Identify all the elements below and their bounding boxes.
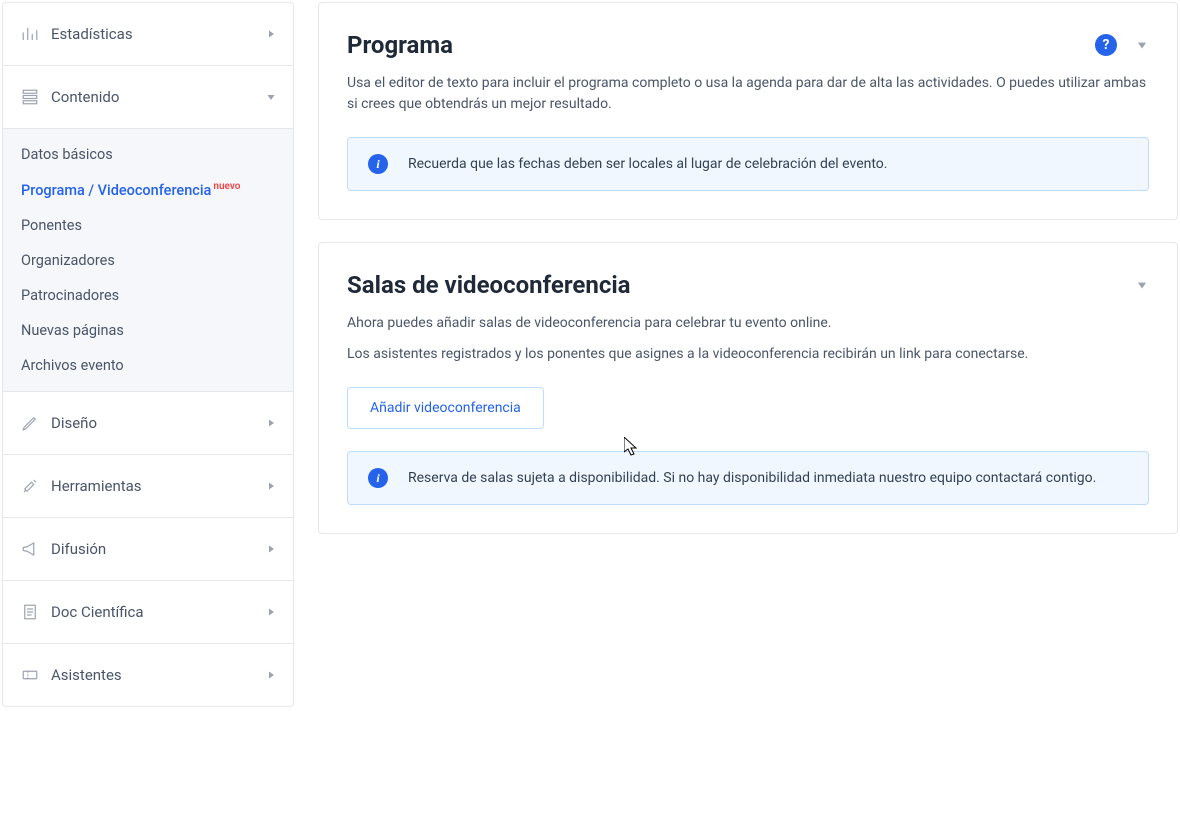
pencil-icon <box>19 414 41 432</box>
sidebar-item-diseno[interactable]: Diseño <box>3 392 293 455</box>
card-programa: Programa ? Usa el editor de texto para i… <box>318 2 1178 220</box>
sidebar-item-label: Asistentes <box>51 666 265 684</box>
chevron-down-icon <box>265 91 277 103</box>
sidebar: Estadísticas Contenido Datos básicos Pro… <box>2 2 294 707</box>
chevron-right-icon <box>265 480 277 492</box>
sidebar-item-asistentes[interactable]: Asistentes <box>3 644 293 706</box>
ticket-icon <box>19 666 41 684</box>
card-header: Salas de videoconferencia <box>347 271 1149 299</box>
info-banner: i Recuerda que las fechas deben ser loca… <box>347 137 1149 191</box>
chevron-right-icon <box>265 606 277 618</box>
card-description: Ahora puedes añadir salas de videoconfer… <box>347 313 1149 334</box>
subnav-datos-basicos[interactable]: Datos básicos <box>3 137 293 172</box>
card-description: Usa el editor de texto para incluir el p… <box>347 73 1149 115</box>
chevron-down-icon[interactable] <box>1135 278 1149 292</box>
sidebar-item-label: Doc Científica <box>51 603 265 621</box>
info-icon: i <box>368 154 388 174</box>
sidebar-item-label: Estadísticas <box>51 25 265 43</box>
sidebar-item-contenido[interactable]: Contenido <box>3 66 293 129</box>
chevron-down-icon[interactable] <box>1135 38 1149 52</box>
bar-chart-icon <box>19 25 41 43</box>
subnav-patrocinadores[interactable]: Patrocinadores <box>3 278 293 313</box>
subnav-nuevas-paginas[interactable]: Nuevas páginas <box>3 313 293 348</box>
card-salas: Salas de videoconferencia Ahora puedes a… <box>318 242 1178 534</box>
chevron-right-icon <box>265 669 277 681</box>
chevron-right-icon <box>265 417 277 429</box>
main-content: Programa ? Usa el editor de texto para i… <box>296 0 1180 813</box>
sidebar-item-label: Contenido <box>51 88 265 106</box>
card-title: Salas de videoconferencia <box>347 271 1135 299</box>
tools-icon <box>19 477 41 495</box>
sidebar-item-estadisticas[interactable]: Estadísticas <box>3 3 293 66</box>
sidebar-item-label: Herramientas <box>51 477 265 495</box>
subnav-organizadores[interactable]: Organizadores <box>3 243 293 278</box>
help-icon[interactable]: ? <box>1095 34 1117 56</box>
info-text: Reserva de salas sujeta a disponibilidad… <box>408 470 1096 486</box>
megaphone-icon <box>19 540 41 558</box>
sidebar-item-label: Diseño <box>51 414 265 432</box>
sidebar-item-label: Difusión <box>51 540 265 558</box>
document-icon <box>19 603 41 621</box>
info-text: Recuerda que las fechas deben ser locale… <box>408 156 887 172</box>
sidebar-item-difusion[interactable]: Difusión <box>3 518 293 581</box>
subnav-archivos-evento[interactable]: Archivos evento <box>3 348 293 383</box>
info-icon: i <box>368 468 388 488</box>
sidebar-item-herramientas[interactable]: Herramientas <box>3 455 293 518</box>
chevron-right-icon <box>265 28 277 40</box>
subnav-item-label: Programa / Videoconferencia <box>21 182 211 199</box>
card-description: Los asistentes registrados y los ponente… <box>347 344 1149 365</box>
sidebar-item-doc-cientifica[interactable]: Doc Científica <box>3 581 293 644</box>
subnav-programa[interactable]: Programa / Videoconferencianuevo <box>3 172 293 208</box>
subnav-ponentes[interactable]: Ponentes <box>3 208 293 243</box>
subnav-contenido: Datos básicos Programa / Videoconferenci… <box>3 129 293 392</box>
new-badge: nuevo <box>213 181 240 192</box>
info-banner: i Reserva de salas sujeta a disponibilid… <box>347 451 1149 505</box>
chevron-right-icon <box>265 543 277 555</box>
add-videoconference-button[interactable]: Añadir videoconferencia <box>347 387 544 429</box>
card-title: Programa <box>347 31 1095 59</box>
card-header: Programa ? <box>347 31 1149 59</box>
layout-icon <box>19 88 41 106</box>
